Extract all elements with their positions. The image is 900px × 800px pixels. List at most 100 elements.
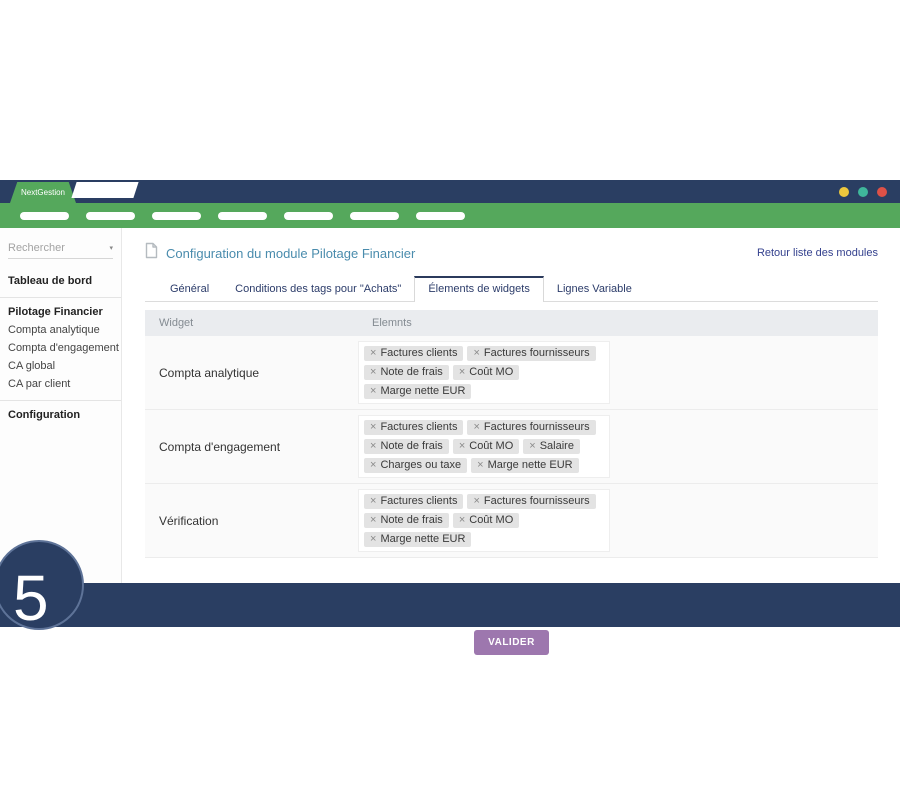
window-controls [839, 187, 887, 197]
tag-chip-factures-clients[interactable]: × Factures clients [364, 346, 463, 361]
tags-input[interactable]: ×Factures clients×Factures fournisseurs×… [358, 489, 610, 552]
tag-chip-note-de-frais[interactable]: × Note de frais [364, 365, 449, 380]
tag-chip-factures-clients[interactable]: × Factures clients [364, 494, 463, 509]
remove-tag-icon[interactable]: × [459, 440, 465, 452]
table-row-compta-d-engagement: Compta d'engagement×Factures clients×Fac… [145, 410, 878, 484]
tag-chip-marge-nette-eur[interactable]: × Marge nette EUR [364, 384, 471, 399]
nav-menu-item-5[interactable] [284, 212, 333, 220]
tag-chip-note-de-frais[interactable]: ×Note de frais [364, 439, 449, 454]
nav-menu-item-7[interactable] [416, 212, 465, 220]
document-icon [145, 242, 158, 264]
search-placeholder: Rechercher [8, 242, 65, 254]
valider-button[interactable]: VALIDER [474, 630, 549, 655]
nav-menu-item-4[interactable] [218, 212, 267, 220]
tag-chip-salaire[interactable]: × Salaire [523, 439, 580, 454]
remove-tag-icon[interactable]: × [370, 385, 376, 397]
tag-chip-charges-ou-taxe[interactable]: × Charges ou taxe [364, 458, 467, 473]
sidebar-item-configuration[interactable]: Configuration [0, 406, 121, 424]
table-row-verification: Vérification×Factures clients×Factures f… [145, 484, 878, 558]
nav-menu-item-6[interactable] [350, 212, 399, 220]
tab-general[interactable]: Général [157, 276, 222, 301]
sidebar-section-2: Pilotage FinancierCompta analytiqueCompt… [0, 297, 121, 400]
tag-chip-cout-mo[interactable]: ×Coût MO [453, 365, 519, 380]
content-area: Rechercher ▾ Tableau de bord Pilotage Fin… [0, 228, 900, 583]
tag-chip-factures-fournisseurs[interactable]: × Factures fournisseurs [467, 420, 595, 435]
tag-label: Factures fournisseurs [484, 421, 590, 433]
tag-label: Marge nette EUR [380, 385, 465, 397]
tag-label: Salaire [540, 440, 574, 452]
tag-label: Factures clients [380, 421, 457, 433]
remove-tag-icon[interactable]: × [370, 459, 376, 471]
title-bar: NextGestion [0, 180, 900, 203]
remove-tag-icon[interactable]: × [473, 495, 479, 507]
tag-label: Coût MO [469, 514, 513, 526]
widget-name: Compta analytique [145, 366, 358, 380]
sidebar-item-tableau-de-bord[interactable]: Tableau de bord [0, 272, 121, 290]
remove-tag-icon[interactable]: × [529, 440, 535, 452]
remove-tag-icon[interactable]: × [473, 347, 479, 359]
dot-red[interactable] [877, 187, 887, 197]
brand-tab[interactable]: NextGestion [10, 182, 76, 203]
tag-label: Charges ou taxe [380, 459, 461, 471]
dot-teal[interactable] [858, 187, 868, 197]
sidebar-item-compta-d-engagement[interactable]: Compta d'engagement [0, 339, 121, 357]
widget-name: Vérification [145, 514, 358, 528]
tag-chip-factures-fournisseurs[interactable]: ×Factures fournisseurs [467, 346, 595, 361]
remove-tag-icon[interactable]: × [370, 347, 376, 359]
remove-tag-icon[interactable]: × [370, 366, 376, 378]
table-row-compta-analytique: Compta analytique×Factures clients×Factu… [145, 336, 878, 410]
dot-yellow[interactable] [839, 187, 849, 197]
tag-label: Factures clients [380, 347, 457, 359]
footer-bar [0, 583, 900, 627]
remove-tag-icon[interactable]: × [370, 514, 376, 526]
column-header-elements: Elemnts [358, 310, 426, 336]
tag-label: Note de frais [380, 366, 442, 378]
tag-chip-note-de-frais[interactable]: × Note de frais [364, 513, 449, 528]
tag-chip-marge-nette-eur[interactable]: × Marge nette EUR [364, 532, 471, 547]
tab-conditions-des-tags-pour-achats[interactable]: Conditions des tags pour "Achats" [222, 276, 414, 301]
tag-label: Note de frais [380, 514, 442, 526]
tag-chip-cout-mo[interactable]: × Coût MO [453, 513, 519, 528]
remove-tag-icon[interactable]: × [370, 495, 376, 507]
tag-chip-factures-fournisseurs[interactable]: ×Factures fournisseurs [467, 494, 595, 509]
elements-cell: ×Factures clients×Factures fournisseurs×… [358, 410, 878, 483]
sidebar-item-compta-analytique[interactable]: Compta analytique [0, 321, 121, 339]
sidebar-nav: Tableau de bordPilotage FinancierCompta … [0, 267, 121, 431]
widget-name: Compta d'engagement [145, 440, 358, 454]
tab-elements-de-widgets[interactable]: Élements de widgets [414, 276, 544, 302]
nav-menu-item-1[interactable] [20, 212, 69, 220]
remove-tag-icon[interactable]: × [370, 440, 376, 452]
remove-tag-icon[interactable]: × [477, 459, 483, 471]
table-header-row: Widget Elemnts [145, 310, 878, 336]
submit-row: VALIDER [145, 630, 878, 655]
nav-menu-item-3[interactable] [152, 212, 201, 220]
brand-label: NextGestion [21, 188, 65, 197]
remove-tag-icon[interactable]: × [473, 421, 479, 433]
main-panel: Configuration du module Pilotage Financi… [122, 228, 900, 583]
tag-chip-factures-clients[interactable]: × Factures clients [364, 420, 463, 435]
tags-input[interactable]: ×Factures clients×Factures fournisseurs×… [358, 341, 610, 404]
tag-label: Marge nette EUR [380, 533, 465, 545]
tag-chip-cout-mo[interactable]: × Coût MO [453, 439, 519, 454]
tag-label: Coût MO [469, 440, 513, 452]
chevron-down-icon: ▾ [109, 244, 113, 252]
sidebar-item-ca-par-client[interactable]: CA par client [0, 375, 121, 393]
tag-label: Factures clients [380, 495, 457, 507]
main-menubar [0, 203, 900, 228]
tab-lignes-variable[interactable]: Lignes Variable [544, 276, 645, 301]
elements-cell: ×Factures clients×Factures fournisseurs×… [358, 336, 878, 409]
tags-input[interactable]: ×Factures clients×Factures fournisseurs×… [358, 415, 610, 478]
remove-tag-icon[interactable]: × [459, 366, 465, 378]
sidebar-item-pilotage-financier[interactable]: Pilotage Financier [0, 303, 121, 321]
remove-tag-icon[interactable]: × [370, 533, 376, 545]
remove-tag-icon[interactable]: × [459, 514, 465, 526]
back-to-modules-link[interactable]: Retour liste des modules [757, 247, 878, 259]
nav-menu-item-2[interactable] [86, 212, 135, 220]
remove-tag-icon[interactable]: × [370, 421, 376, 433]
tag-chip-marge-nette-eur[interactable]: × Marge nette EUR [471, 458, 578, 473]
search-input[interactable]: Rechercher ▾ [8, 242, 113, 259]
tag-label: Marge nette EUR [488, 459, 573, 471]
sidebar-item-ca-global[interactable]: CA global [0, 357, 121, 375]
table-body: Compta analytique×Factures clients×Factu… [145, 336, 878, 558]
column-header-widget: Widget [145, 310, 358, 336]
